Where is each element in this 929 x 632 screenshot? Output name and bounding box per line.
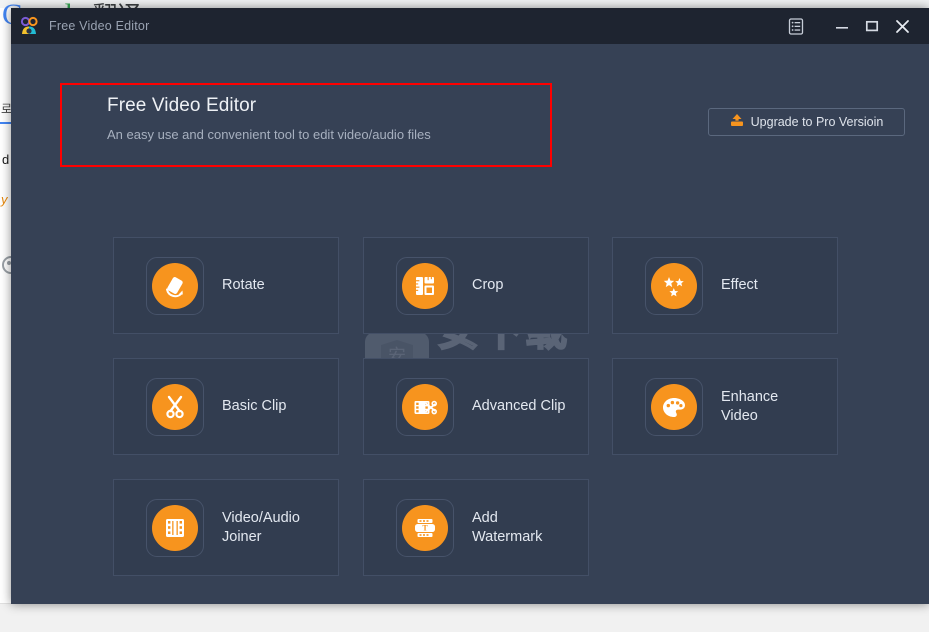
card-icon-frame: T [396, 498, 454, 557]
card-icon-frame [146, 256, 204, 315]
window-title: Free Video Editor [49, 19, 150, 33]
card-video-audio-joiner[interactable]: Video/Audio Joiner [113, 479, 339, 576]
card-label: Rotate [222, 277, 265, 293]
app-logo-icon [19, 16, 39, 36]
film-scissors-icon [402, 383, 448, 430]
application-window: Free Video Editor 安 Free Video Editor An… [11, 8, 929, 604]
watermark-text-icon: T [402, 504, 448, 551]
card-effect[interactable]: Effect [612, 237, 838, 334]
background-bottom-strip [0, 603, 929, 632]
card-basic-clip[interactable]: Basic Clip [113, 358, 339, 455]
background-fragment-c: y [1, 192, 8, 207]
upgrade-button-label: Upgrade to Pro Versioin [750, 115, 884, 129]
card-label: Effect [721, 277, 758, 293]
card-icon-frame [396, 256, 454, 315]
crop-ruler-icon [402, 262, 448, 309]
rotate-icon [152, 262, 198, 309]
card-icon-frame [396, 377, 454, 436]
card-label: Advanced Clip [472, 398, 566, 414]
upload-box-icon [730, 113, 744, 132]
card-label: Basic Clip [222, 398, 287, 414]
minimize-icon[interactable] [827, 8, 857, 44]
card-crop[interactable]: Crop [363, 237, 589, 334]
stars-icon [651, 262, 697, 309]
maximize-icon[interactable] [857, 8, 887, 44]
upgrade-to-pro-button[interactable]: Upgrade to Pro Versioin [708, 108, 905, 136]
card-label: Video/Audio Joiner [222, 509, 300, 545]
card-icon-frame [146, 377, 204, 436]
card-label: Enhance Video [721, 388, 779, 424]
card-icon-frame [645, 256, 703, 315]
close-icon[interactable] [887, 8, 917, 44]
card-label: Crop [472, 277, 504, 293]
card-add-watermark[interactable]: T Add Watermark [363, 479, 589, 576]
page-title: Free Video Editor [107, 95, 257, 116]
svg-text:T: T [422, 523, 428, 532]
card-label: Add Watermark [472, 509, 543, 545]
menu-list-icon[interactable] [781, 8, 811, 44]
background-fragment-b: d [2, 152, 10, 167]
card-icon-frame [146, 498, 204, 557]
film-strip-icon [152, 504, 198, 551]
scissors-icon [152, 383, 198, 430]
page-subtitle: An easy use and convenient tool to edit … [107, 127, 431, 142]
card-rotate[interactable]: Rotate [113, 237, 339, 334]
window-controls [781, 8, 929, 44]
card-enhance-video[interactable]: Enhance Video [612, 358, 838, 455]
title-bar: Free Video Editor [11, 8, 929, 44]
app-body: 安 安下载 anxz.com Free Video Editor An easy… [11, 44, 929, 604]
palette-icon [651, 383, 697, 430]
card-icon-frame [645, 377, 703, 436]
card-advanced-clip[interactable]: Advanced Clip [363, 358, 589, 455]
